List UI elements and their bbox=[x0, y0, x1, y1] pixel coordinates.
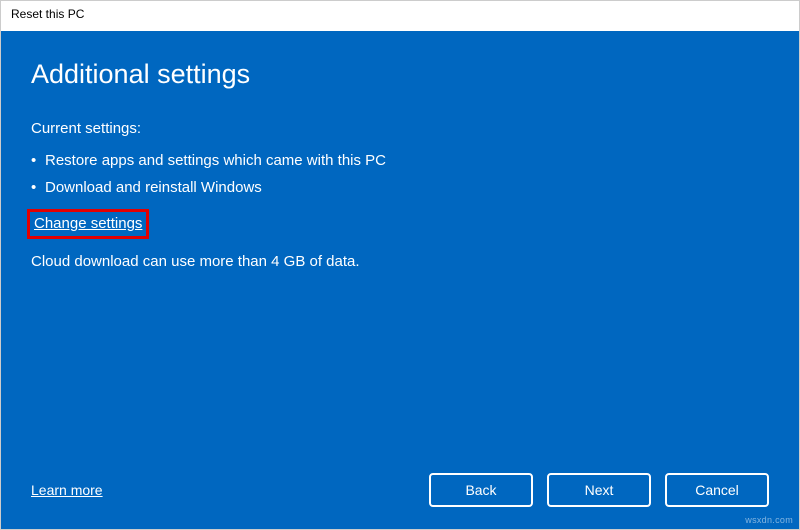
page-heading: Additional settings bbox=[31, 59, 769, 90]
window-titlebar: Reset this PC bbox=[1, 1, 799, 31]
list-item: Restore apps and settings which came wit… bbox=[31, 147, 769, 174]
change-settings-link[interactable]: Change settings bbox=[34, 215, 142, 232]
current-settings-label: Current settings: bbox=[31, 120, 769, 137]
learn-more-link[interactable]: Learn more bbox=[31, 482, 103, 498]
back-button[interactable]: Back bbox=[429, 473, 533, 507]
list-item: Download and reinstall Windows bbox=[31, 174, 769, 201]
watermark: wsxdn.com bbox=[745, 515, 793, 525]
reset-pc-window: Reset this PC Additional settings Curren… bbox=[0, 0, 800, 530]
window-title: Reset this PC bbox=[11, 7, 84, 21]
button-row: Back Next Cancel bbox=[429, 473, 769, 507]
settings-list: Restore apps and settings which came wit… bbox=[31, 147, 769, 201]
content-area: Additional settings Current settings: Re… bbox=[1, 31, 799, 529]
cancel-button[interactable]: Cancel bbox=[665, 473, 769, 507]
footer-bar: Learn more Back Next Cancel bbox=[31, 473, 769, 507]
change-settings-highlight: Change settings bbox=[27, 209, 149, 239]
next-button[interactable]: Next bbox=[547, 473, 651, 507]
data-usage-note: Cloud download can use more than 4 GB of… bbox=[31, 253, 769, 270]
